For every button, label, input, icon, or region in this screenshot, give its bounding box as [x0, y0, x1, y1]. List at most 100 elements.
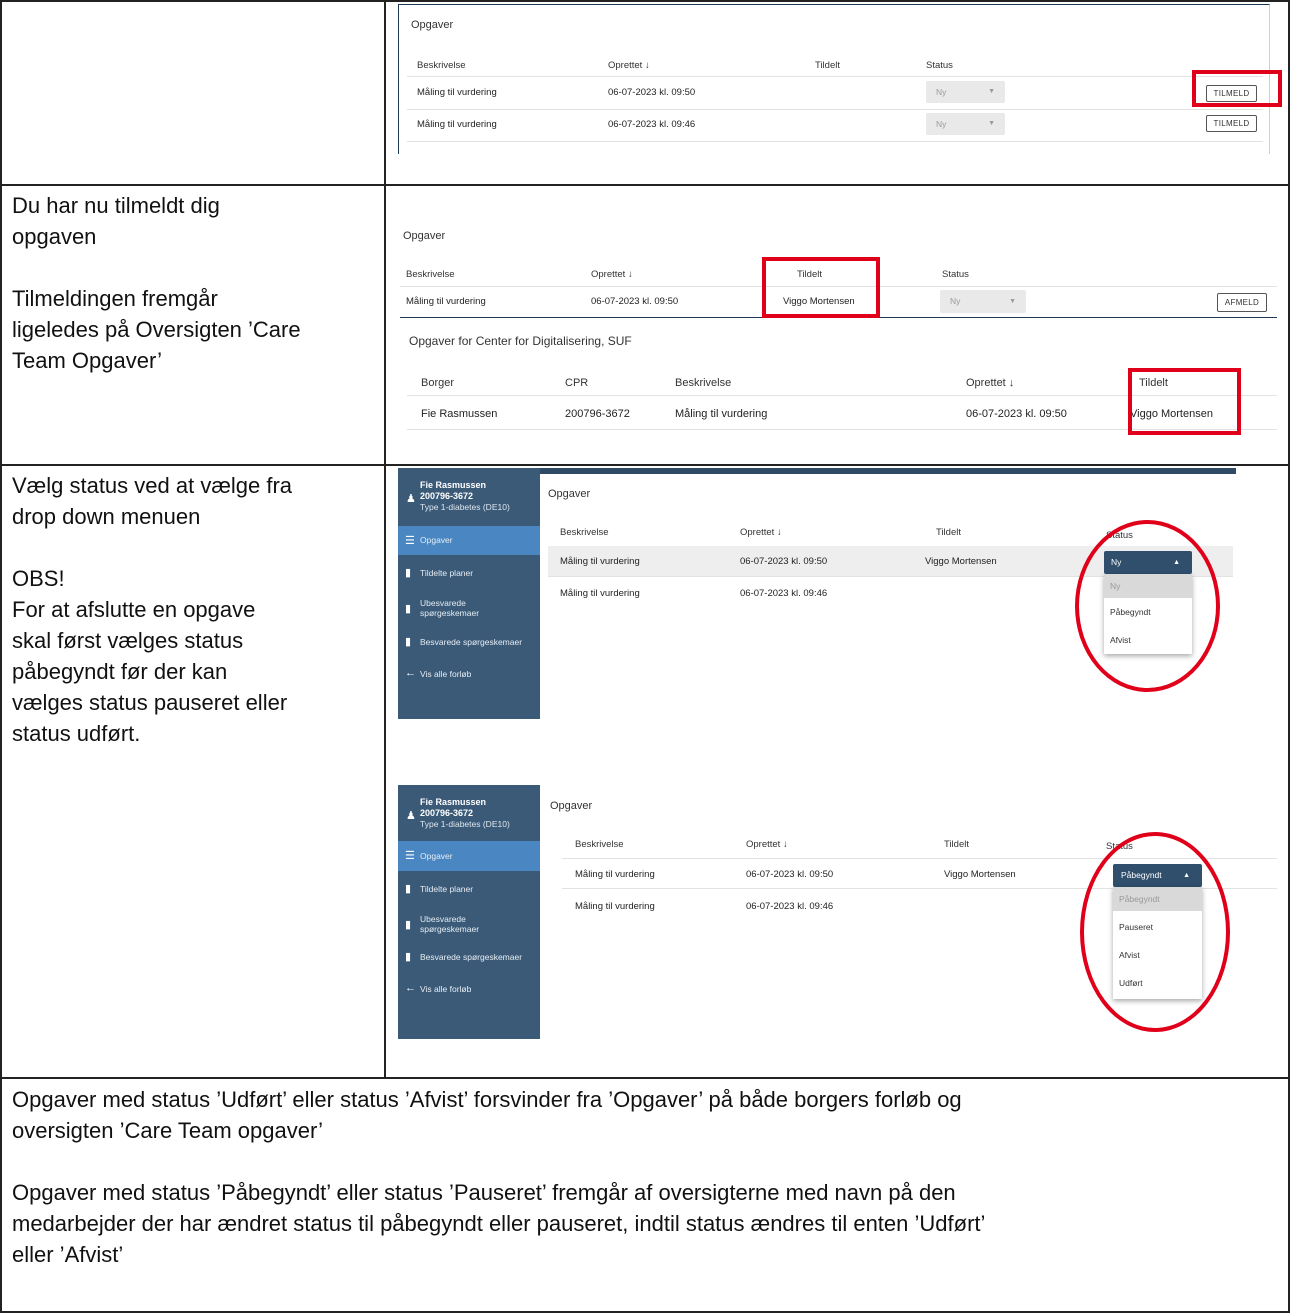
list-icon: ☰	[405, 535, 415, 547]
column-header-created[interactable]: Oprettet ↓	[746, 839, 788, 850]
column-header-description[interactable]: Beskrivelse	[675, 377, 731, 389]
task-description: Måling til vurdering	[575, 869, 655, 880]
status-value: Ny	[950, 296, 961, 306]
column-header-created[interactable]: Oprettet ↓	[591, 269, 633, 280]
sidebar-item-label: Tildelte planer	[420, 568, 474, 578]
sidebar-item-label: spørgeskemaer	[420, 608, 480, 618]
column-header-assigned[interactable]: Tildelt	[944, 839, 969, 850]
table-border-row2	[0, 464, 1290, 466]
sidebar-item-answered[interactable]: ▮ Besvarede spørgeskemaer	[398, 947, 540, 969]
sidebar-item-plans[interactable]: ▮ Tildelte planer	[398, 879, 540, 901]
status-select[interactable]: Ny ▼	[926, 81, 1005, 103]
citizen-name[interactable]: Fie Rasmussen	[421, 408, 497, 420]
caret-down-icon: ▼	[1009, 298, 1016, 305]
sidebar-item-label: Vis alle forløb	[420, 669, 472, 679]
task-created: 06-07-2023 kl. 09:50	[608, 87, 696, 98]
sidebar-item-plans[interactable]: ▮ Tildelte planer	[398, 563, 540, 585]
row2-instructions: Du har nu tilmeldt dig opgaven Tilmeldin…	[12, 190, 382, 376]
task-description: Måling til vurdering	[560, 556, 640, 567]
column-header-assigned[interactable]: Tildelt	[936, 527, 961, 538]
sidebar-item-unanswered[interactable]: ▮ Ubesvarede spørgeskemaer	[398, 911, 540, 939]
task-description: Måling til vurdering	[417, 87, 497, 98]
task-created: 06-07-2023 kl. 09:50	[591, 296, 679, 307]
column-header-description[interactable]: Beskrivelse	[417, 60, 466, 71]
sidebar-item-label: Opgaver	[420, 851, 453, 861]
text-line: vælges status pauseret eller	[12, 690, 288, 715]
sidebar-item-answered[interactable]: ▮ Besvarede spørgeskemaer	[398, 632, 540, 654]
questionnaire-done-icon: ▮	[405, 636, 412, 648]
sidebar-item-all-courses[interactable]: ← Vis alle forløb	[398, 979, 540, 1001]
status-select[interactable]: Ny ▼	[926, 113, 1005, 135]
text-line: oversigten ’Care Team opgaver’	[12, 1118, 324, 1143]
column-header-status[interactable]: Status	[942, 269, 969, 280]
text-line: medarbejder der har ændret status til på…	[12, 1211, 986, 1236]
column-header-status[interactable]: Status	[926, 60, 953, 71]
task-created: 06-07-2023 kl. 09:46	[608, 119, 696, 130]
text-line: For at afslutte en opgave	[12, 597, 256, 622]
questionnaire-icon: ▮	[405, 919, 412, 931]
task-created: 06-07-2023 kl. 09:50	[740, 556, 828, 567]
text-line: skal først vælges status	[12, 628, 244, 653]
table-border-row3	[0, 1077, 1290, 1079]
sidebar-item-tasks[interactable]: ☰ Opgaver	[398, 526, 540, 555]
column-header-created[interactable]: Oprettet ↓	[740, 527, 782, 538]
patient-cpr: 200796-3672	[420, 491, 474, 501]
column-header-citizen[interactable]: Borger	[421, 377, 454, 389]
sidebar-item-label: Ubesvarede	[420, 914, 466, 924]
text-line: ligeledes på Oversigten ’Care	[12, 317, 301, 342]
table-border-top	[0, 0, 1290, 2]
clipboard-icon: ▮	[405, 567, 412, 579]
task-created: 06-07-2023 kl. 09:50	[746, 869, 834, 880]
column-header-created[interactable]: Oprettet ↓	[608, 60, 650, 71]
unsubscribe-button[interactable]: AFMELD	[1217, 293, 1267, 312]
clipboard-icon: ▮	[405, 883, 412, 895]
signup-button[interactable]: TILMELD	[1206, 115, 1257, 132]
task-created: 06-07-2023 kl. 09:46	[746, 901, 834, 912]
highlight-status-dropdown	[1075, 520, 1220, 692]
text-line: status udført.	[12, 721, 141, 746]
sidebar-item-label: Besvarede spørgeskemaer	[420, 952, 523, 962]
text-line: Vælg status ved at vælge fra	[12, 473, 293, 498]
text-line: Opgaver med status ’Udført’ eller status…	[12, 1087, 962, 1112]
patient-diagnosis: Type 1-diabetes (DE10)	[420, 502, 510, 512]
arrow-left-icon: ←	[405, 982, 416, 994]
highlight-signup-button	[1192, 70, 1282, 107]
sidebar-item-label: spørgeskemaer	[420, 924, 480, 934]
caret-down-icon: ▼	[988, 88, 995, 95]
sidebar: ♟ Fie Rasmussen 200796-3672 Type 1-diabe…	[398, 468, 540, 719]
panel-title: Opgaver	[548, 488, 591, 500]
questionnaire-done-icon: ▮	[405, 951, 412, 963]
arrow-left-icon: ←	[405, 667, 416, 679]
text-line: Du har nu tilmeldt dig	[12, 193, 220, 218]
column-header-description[interactable]: Beskrivelse	[406, 269, 455, 280]
task-description: Måling til vurdering	[675, 408, 768, 420]
text-line: OBS!	[12, 566, 65, 591]
sidebar-item-tasks[interactable]: ☰ Opgaver	[398, 841, 540, 871]
column-header-created[interactable]: Oprettet ↓	[966, 377, 1014, 389]
sidebar: ♟ Fie Rasmussen 200796-3672 Type 1-diabe…	[398, 785, 540, 1039]
sidebar-item-label: Vis alle forløb	[420, 984, 472, 994]
list-icon: ☰	[405, 850, 415, 862]
table-border-left	[0, 0, 2, 1313]
task-created: 06-07-2023 kl. 09:50	[966, 408, 1067, 420]
row-divider	[407, 141, 1263, 142]
column-header-assigned[interactable]: Tildelt	[815, 60, 840, 71]
column-header-description[interactable]: Beskrivelse	[575, 839, 624, 850]
task-created: 06-07-2023 kl. 09:46	[740, 588, 828, 599]
patient-cpr: 200796-3672	[420, 808, 474, 818]
task-description: Måling til vurdering	[560, 588, 640, 599]
footer-notes: Opgaver med status ’Udført’ eller status…	[12, 1084, 1282, 1270]
panel-title: Opgaver	[550, 800, 593, 812]
column-header-description[interactable]: Beskrivelse	[560, 527, 609, 538]
patient-diagnosis: Type 1-diabetes (DE10)	[420, 819, 510, 829]
sidebar-item-unanswered[interactable]: ▮ Ubesvarede spørgeskemaer	[398, 595, 540, 623]
text-line: Team Opgaver’	[12, 348, 162, 373]
task-description: Måling til vurdering	[417, 119, 497, 130]
task-assigned: Viggo Mortensen	[925, 556, 997, 567]
status-value: Ny	[936, 87, 947, 97]
column-header-cpr[interactable]: CPR	[565, 377, 588, 389]
table-border-row1	[0, 184, 1290, 186]
panel-title: Opgaver	[411, 19, 454, 31]
status-select[interactable]: Ny ▼	[940, 290, 1026, 313]
sidebar-item-all-courses[interactable]: ← Vis alle forløb	[398, 664, 540, 686]
